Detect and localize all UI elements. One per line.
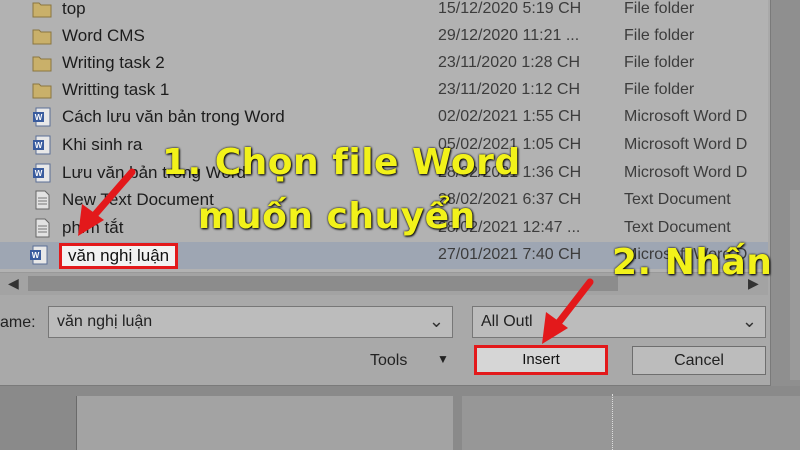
file-name: Word CMS: [62, 26, 145, 45]
folder-icon: [32, 26, 52, 46]
file-row[interactable]: top 15/12/2020 5:19 CH File folder: [0, 0, 768, 23]
file-date-modified: 02/02/2021 1:55 CH: [438, 108, 582, 125]
scroll-left-icon[interactable]: ◀: [8, 275, 19, 292]
file-row[interactable]: W Cách lưu văn bản trong Word 02/02/2021 1…: [0, 104, 768, 131]
chevron-down-icon[interactable]: ⌄: [742, 311, 757, 332]
document-page: [462, 396, 800, 450]
svg-text:W: W: [35, 141, 43, 150]
text-doc-icon: [32, 218, 52, 238]
file-date-modified: 27/01/2021 7:40 CH: [438, 246, 582, 263]
file-type: File folder: [624, 0, 695, 17]
margin-guide: [612, 394, 613, 450]
file-type: Text Document: [624, 191, 731, 208]
file-name: Writting task 1: [62, 80, 170, 99]
folder-icon: [32, 80, 52, 100]
word-doc-icon: W: [32, 135, 52, 155]
tools-button[interactable]: Tools: [370, 352, 407, 370]
caret-down-icon[interactable]: ▼: [437, 352, 449, 366]
document-page: [76, 396, 453, 450]
insert-button[interactable]: Insert: [474, 345, 608, 375]
file-row[interactable]: Writing task 2 23/11/2020 1:28 CH File fol…: [0, 50, 768, 77]
file-type-select[interactable]: All Outl ⌄: [472, 306, 766, 338]
file-name: top: [62, 0, 86, 18]
svg-text:W: W: [32, 251, 40, 260]
word-doc-icon: W: [32, 107, 52, 127]
file-name-value: văn nghị luận: [57, 313, 153, 330]
chevron-down-icon[interactable]: ⌄: [429, 311, 444, 332]
annotation-step2: 2. Nhấn: [612, 242, 773, 283]
file-name: New Text Document: [62, 190, 214, 209]
svg-text:W: W: [35, 113, 43, 122]
file-name: Writing task 2: [62, 53, 165, 72]
file-name: Cách lưu văn bản trong Word: [62, 107, 285, 126]
scrollbar-thumb[interactable]: [28, 276, 618, 291]
file-type: File folder: [624, 27, 695, 44]
file-name: Khi sinh ra: [62, 135, 143, 154]
text-doc-icon: [32, 190, 52, 210]
vertical-scrollbar[interactable]: [790, 190, 800, 380]
word-doc-icon: W: [32, 163, 52, 183]
file-row[interactable]: Writting task 1 23/11/2020 1:12 CH File fo…: [0, 77, 768, 104]
file-row[interactable]: Word CMS 29/12/2020 11:21 ... File folder: [0, 23, 768, 50]
file-name-input[interactable]: văn nghị luận ⌄: [48, 306, 453, 338]
file-date-modified: 23/11/2020 1:12 CH: [438, 81, 581, 98]
insert-file-dialog: top 15/12/2020 5:19 CH File folder Word CMS…: [0, 0, 771, 386]
cancel-button[interactable]: Cancel: [632, 346, 766, 375]
file-date-modified: 15/12/2020 5:19 CH: [438, 0, 582, 17]
file-name-label: ame:: [0, 314, 36, 331]
annotation-step1-line2: muốn chuyển: [198, 196, 476, 237]
file-type: Microsoft Word D: [624, 108, 748, 125]
file-name: văn nghị luận: [59, 243, 179, 269]
svg-text:W: W: [35, 169, 43, 178]
file-name: phím tắt: [62, 218, 124, 237]
file-type: Microsoft Word D: [624, 164, 748, 181]
file-date-modified: 29/12/2020 11:21 ...: [438, 27, 580, 44]
file-date-modified: 23/11/2020 1:28 CH: [438, 54, 581, 71]
file-type: File folder: [624, 81, 695, 98]
word-doc-icon: W: [29, 245, 49, 265]
file-type-value: All Outl: [481, 313, 533, 330]
file-type: Text Document: [624, 219, 731, 236]
file-type: File folder: [624, 54, 695, 71]
folder-icon: [32, 53, 52, 73]
file-type: Microsoft Word D: [624, 136, 748, 153]
annotation-step1-line1: 1. Chọn file Word: [162, 142, 521, 183]
folder-icon: [32, 0, 52, 19]
